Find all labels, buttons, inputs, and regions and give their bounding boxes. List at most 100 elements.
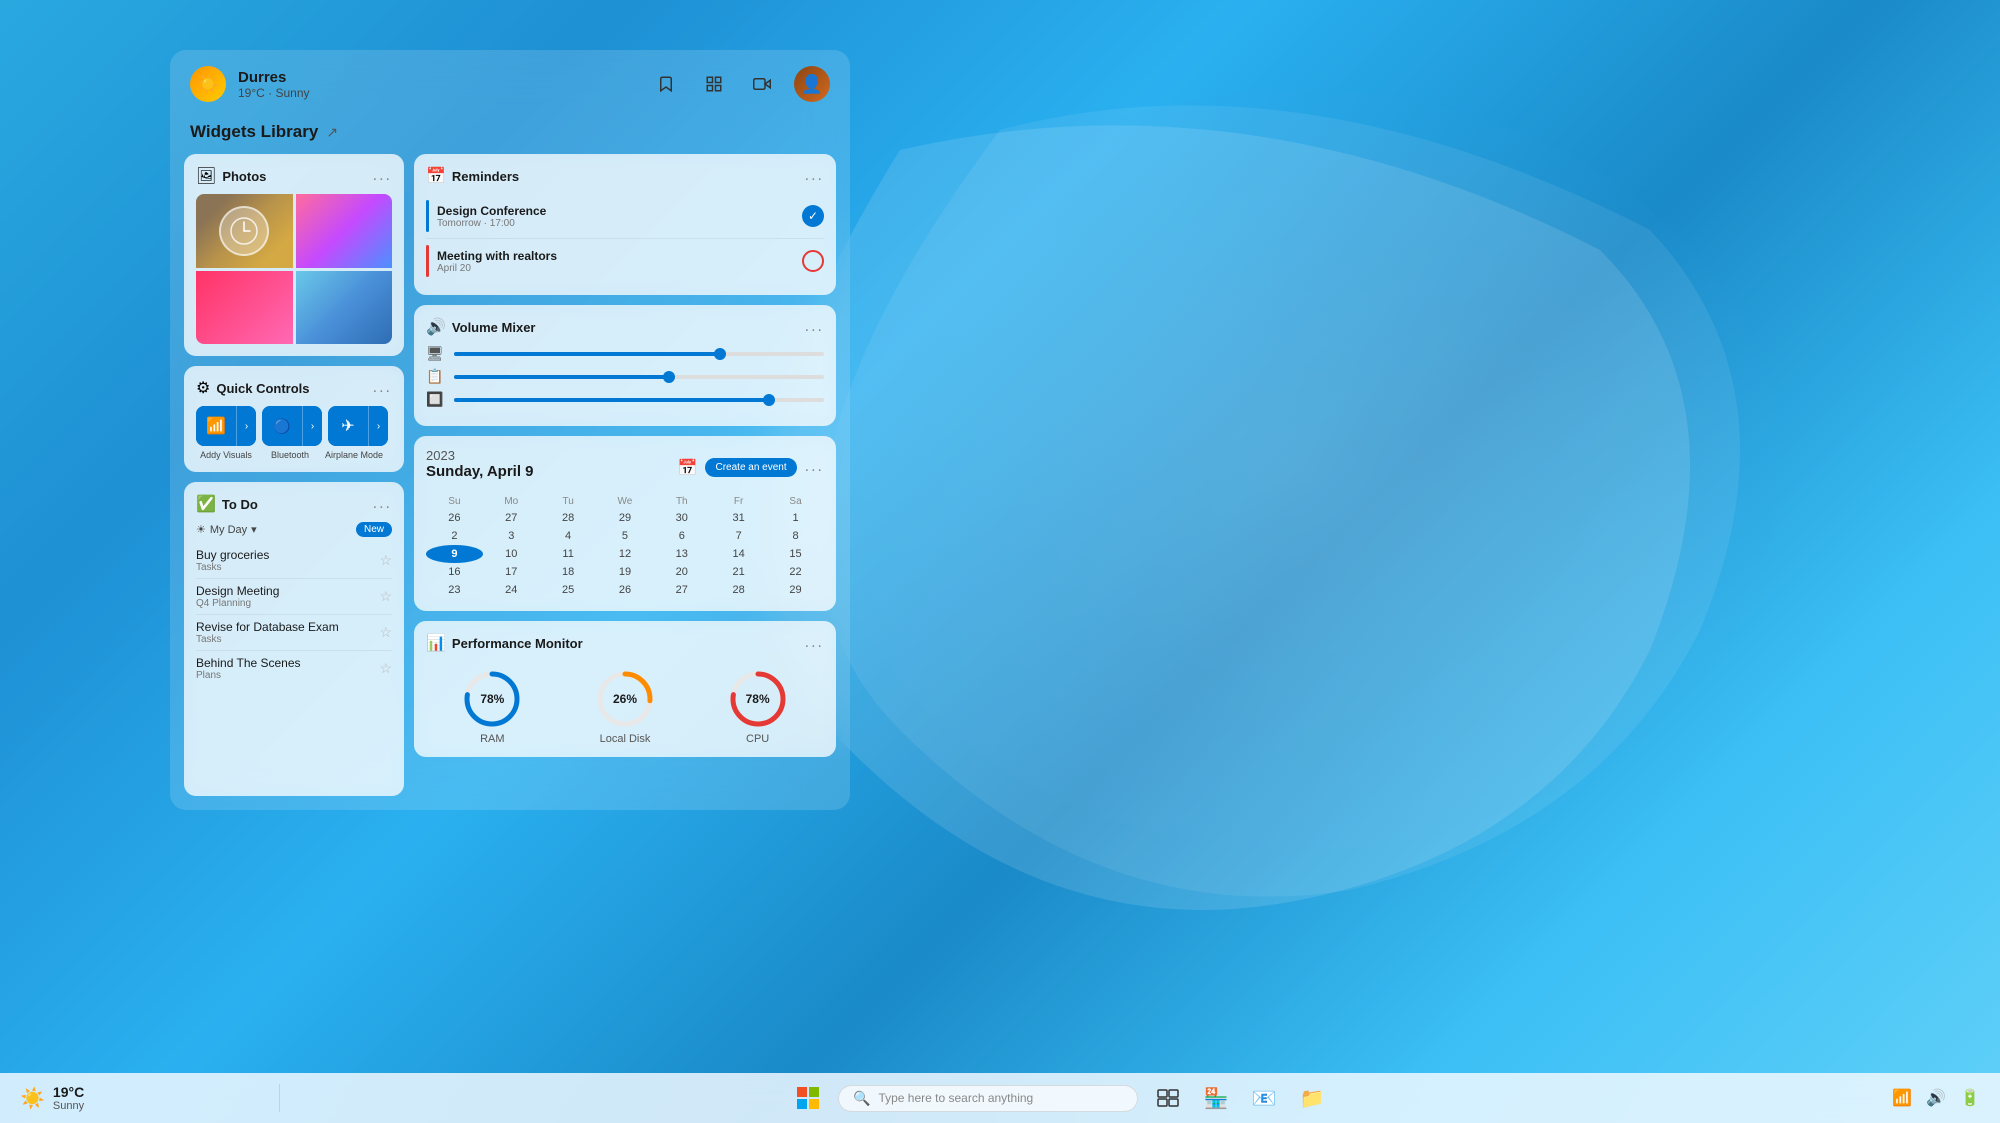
todo-item-3: Revise for Database Exam Tasks ☆	[196, 615, 392, 651]
quick-controls-icon: ⚙	[196, 378, 210, 398]
qc-wifi-arrow[interactable]: ›	[236, 406, 256, 446]
widgets-library-title: Widgets Library	[190, 122, 318, 142]
qc-airplane-arrow[interactable]: ›	[368, 406, 388, 446]
cal-day-20[interactable]: 20	[653, 563, 710, 581]
quick-controls-menu[interactable]: ...	[373, 379, 392, 397]
reminder-check-done-1[interactable]: ✓	[802, 205, 824, 227]
cal-day-14[interactable]: 14	[710, 545, 767, 563]
cal-day-4[interactable]: 4	[540, 527, 597, 545]
cal-day-19[interactable]: 19	[597, 563, 654, 581]
vol-slider-2[interactable]	[454, 375, 824, 379]
todo-title: To Do	[222, 497, 367, 512]
todo-star-4[interactable]: ☆	[379, 660, 392, 677]
cal-day-28a[interactable]: 28	[540, 509, 597, 527]
calendar-grid: Su Mo Tu We Th Fr Sa 26 27	[426, 494, 824, 599]
cal-day-25[interactable]: 25	[540, 581, 597, 599]
cal-day-8[interactable]: 8	[767, 527, 824, 545]
gauge-ram: 78% RAM	[462, 669, 522, 745]
todo-star-2[interactable]: ☆	[379, 588, 392, 605]
video-icon-btn[interactable]	[746, 68, 778, 100]
search-bar[interactable]: 🔍 Type here to search anything	[838, 1085, 1138, 1112]
cal-day-13[interactable]: 13	[653, 545, 710, 563]
cal-day-16[interactable]: 16	[426, 563, 483, 581]
my-day-btn[interactable]: ☀ My Day ▾	[196, 523, 257, 536]
taskbar-weather: ☀️ 19°C Sunny	[0, 1084, 280, 1112]
cal-day-1[interactable]: 1	[767, 509, 824, 527]
gauge-localdisk: 26% Local Disk	[595, 669, 655, 745]
vol-slider-3[interactable]	[454, 398, 824, 402]
calendar-menu[interactable]: ...	[805, 458, 824, 476]
cal-day-29b[interactable]: 29	[767, 581, 824, 599]
todo-star-1[interactable]: ☆	[379, 552, 392, 569]
volume-menu[interactable]: ...	[805, 318, 824, 336]
taskbar-app-desktops[interactable]	[1150, 1080, 1186, 1116]
qc-airplane-btn[interactable]: ✈	[328, 406, 368, 446]
cal-th-sa: Sa	[767, 494, 824, 509]
todo-item-1-title: Buy groceries	[196, 548, 379, 562]
cal-day-29a[interactable]: 29	[597, 509, 654, 527]
new-badge[interactable]: New	[356, 522, 392, 537]
wifi-icon[interactable]: 📶	[1892, 1088, 1912, 1108]
taskbar-app-files[interactable]: 📁	[1294, 1080, 1330, 1116]
widgets-library-bar: Widgets Library ↗	[170, 118, 850, 154]
taskbar-weather-info: 19°C Sunny	[53, 1084, 84, 1112]
cal-day-3[interactable]: 3	[483, 527, 540, 545]
cal-day-30a[interactable]: 30	[653, 509, 710, 527]
cal-day-24[interactable]: 24	[483, 581, 540, 599]
photos-menu[interactable]: ...	[373, 167, 392, 185]
cal-day-26b[interactable]: 26	[597, 581, 654, 599]
cal-day-17[interactable]: 17	[483, 563, 540, 581]
cal-day-10[interactable]: 10	[483, 545, 540, 563]
cal-day-22[interactable]: 22	[767, 563, 824, 581]
performance-header: 📊 Performance Monitor ...	[426, 633, 824, 653]
qc-bluetooth-btn[interactable]: 🔵	[262, 406, 302, 446]
start-button[interactable]	[790, 1080, 826, 1116]
avatar[interactable]: 👤	[794, 66, 830, 102]
volume-sys-icon[interactable]: 🔊	[1926, 1088, 1946, 1108]
cal-day-26a[interactable]: 26	[426, 509, 483, 527]
taskbar-app-store[interactable]: 🏪	[1198, 1080, 1234, 1116]
cal-day-11[interactable]: 11	[540, 545, 597, 563]
qc-bluetooth-arrow[interactable]: ›	[302, 406, 322, 446]
taskbar: ☀️ 19°C Sunny 🔍 Type here to search anyt…	[0, 1073, 2000, 1123]
vol-slider-1[interactable]	[454, 352, 824, 356]
battery-icon[interactable]: 🔋	[1960, 1088, 1980, 1108]
todo-item-1-info: Buy groceries Tasks	[196, 548, 379, 573]
taskbar-app-mail[interactable]: 📧	[1246, 1080, 1282, 1116]
cal-day-18[interactable]: 18	[540, 563, 597, 581]
todo-menu[interactable]: ...	[373, 495, 392, 513]
grid-icon-btn[interactable]	[698, 68, 730, 100]
performance-menu[interactable]: ...	[805, 634, 824, 652]
cal-day-15[interactable]: 15	[767, 545, 824, 563]
create-event-btn[interactable]: Create an event	[705, 458, 796, 477]
qc-label-wifi: Addy Visuals	[196, 450, 256, 460]
reminder-check-open-2[interactable]	[802, 250, 824, 272]
reminder-info-1: Design Conference Tomorrow · 17:00	[437, 204, 794, 229]
qc-wifi-btn[interactable]: 📶	[196, 406, 236, 446]
reminder-bar-1	[426, 200, 429, 232]
cal-day-5[interactable]: 5	[597, 527, 654, 545]
cal-day-27a[interactable]: 27	[483, 509, 540, 527]
cal-day-31a[interactable]: 31	[710, 509, 767, 527]
expand-icon[interactable]: ↗	[326, 124, 338, 141]
cal-day-9-today[interactable]: 9	[426, 545, 483, 563]
volume-header: 🔊 Volume Mixer ...	[426, 317, 824, 337]
volume-title: Volume Mixer	[452, 320, 799, 335]
cal-day-28b[interactable]: 28	[710, 581, 767, 599]
cal-day-21[interactable]: 21	[710, 563, 767, 581]
todo-star-3[interactable]: ☆	[379, 624, 392, 641]
reminders-menu[interactable]: ...	[805, 167, 824, 185]
todo-item-2-title: Design Meeting	[196, 584, 379, 598]
performance-title: Performance Monitor	[452, 636, 799, 651]
cal-day-27b[interactable]: 27	[653, 581, 710, 599]
cal-week-5: 23 24 25 26 27 28 29	[426, 581, 824, 599]
cal-day-2[interactable]: 2	[426, 527, 483, 545]
reminder-title-2: Meeting with realtors	[437, 249, 794, 263]
cal-day-7[interactable]: 7	[710, 527, 767, 545]
cal-th-fr: Fr	[710, 494, 767, 509]
bookmark-icon-btn[interactable]	[650, 68, 682, 100]
cal-day-12[interactable]: 12	[597, 545, 654, 563]
cal-day-23[interactable]: 23	[426, 581, 483, 599]
calendar-header: 2023 Sunday, April 9 📅 Create an event .…	[426, 448, 824, 488]
cal-day-6[interactable]: 6	[653, 527, 710, 545]
